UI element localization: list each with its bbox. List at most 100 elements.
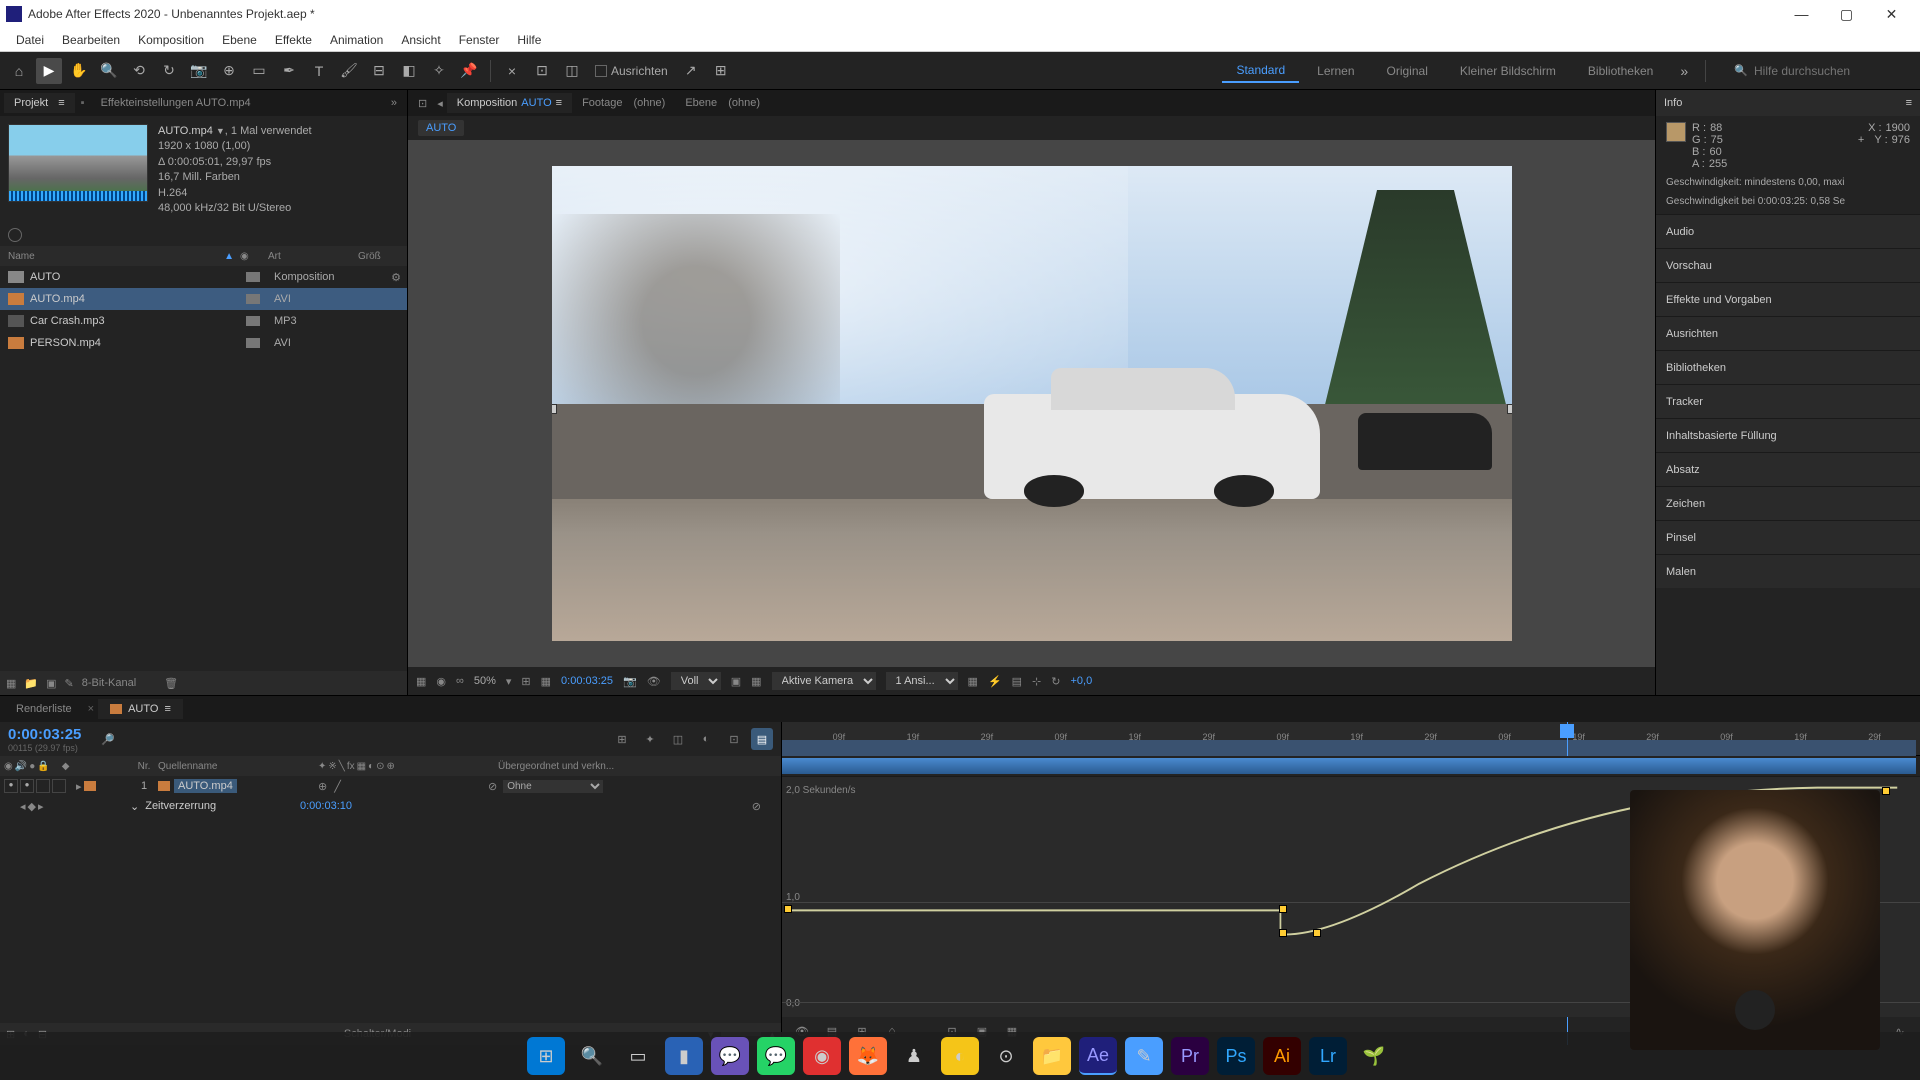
camera-select[interactable]: Aktive Kamera	[772, 672, 876, 690]
trash-icon[interactable]: 🗑	[164, 677, 178, 690]
menu-ebene[interactable]: Ebene	[214, 30, 265, 50]
comp-back-icon[interactable]: ◂	[433, 97, 447, 110]
hand-tool[interactable]: ✋	[66, 58, 92, 84]
roto-tool[interactable]: ✧	[426, 58, 452, 84]
new-comp-icon[interactable]: ▣	[46, 677, 56, 690]
panel-effekte[interactable]: Effekte und Vorgaben	[1656, 282, 1920, 316]
adjust-icon[interactable]: ✎	[65, 677, 74, 690]
project-thumbnail[interactable]	[8, 124, 148, 202]
graph-editor-icon[interactable]: ▤	[751, 728, 773, 750]
toolopt-1[interactable]: ×	[499, 58, 525, 84]
layer-row[interactable]: ▸ 1 AUTO.mp4 ⊕ ╱ ⊘Ohne	[0, 776, 781, 796]
work-area[interactable]	[782, 740, 1916, 756]
taskbar-whatsapp[interactable]: 💬	[757, 1037, 795, 1075]
panel-fill[interactable]: Inhaltsbasierte Füllung	[1656, 418, 1920, 452]
toolopt-4[interactable]: ↗	[678, 58, 704, 84]
menu-bearbeiten[interactable]: Bearbeiten	[54, 30, 128, 50]
panel-zeichen[interactable]: Zeichen	[1656, 486, 1920, 520]
motion-blur-icon[interactable]: ◐	[695, 728, 717, 750]
project-search[interactable]	[0, 224, 407, 246]
taskbar-app-3[interactable]: ♟	[895, 1037, 933, 1075]
views-select[interactable]: 1 Ansi...	[886, 672, 958, 690]
taskbar-after-effects[interactable]: Ae	[1079, 1037, 1117, 1075]
tab-overflow[interactable]: »	[385, 97, 403, 109]
taskbar-app-6[interactable]: 🌱	[1355, 1037, 1393, 1075]
home-tool[interactable]: ⌂	[6, 58, 32, 84]
taskbar-app-5[interactable]: ✎	[1125, 1037, 1163, 1075]
tab-effect-controls[interactable]: Effekteinstellungen AUTO.mp4	[91, 93, 261, 113]
tab-composition[interactable]: Komposition AUTO ≡	[447, 93, 572, 113]
taskbar-lightroom[interactable]: Lr	[1309, 1037, 1347, 1075]
help-search[interactable]: 🔍	[1734, 64, 1914, 78]
tab-timeline-comp[interactable]: AUTO ≡	[98, 699, 183, 719]
resolution-select[interactable]: Voll	[671, 672, 721, 690]
minimize-button[interactable]: —	[1779, 0, 1824, 28]
eraser-tool[interactable]: ◧	[396, 58, 422, 84]
toolopt-3[interactable]: ◫	[559, 58, 585, 84]
fast-preview-icon[interactable]: ⚡	[988, 675, 1002, 688]
pixel-aspect-icon[interactable]: ▦	[968, 675, 978, 688]
frame-blend-icon[interactable]: ◫	[667, 728, 689, 750]
snapshot-icon[interactable]: 📷	[623, 675, 637, 688]
timeline-search[interactable]: 🔎	[91, 733, 601, 746]
bit-depth[interactable]: 8-Bit-Kanal	[82, 677, 136, 689]
workspace-kleiner[interactable]: Kleiner Bildschirm	[1446, 60, 1570, 82]
toolopt-5[interactable]: ⊞	[708, 58, 734, 84]
project-row-auto-mp4[interactable]: AUTO.mp4AVI	[0, 288, 407, 310]
flowchart-icon[interactable]: ⊹	[1032, 675, 1041, 688]
res-icon[interactable]: ⊞	[521, 675, 530, 688]
show-snapshot-icon[interactable]: 👁	[647, 675, 661, 688]
panel-vorschau[interactable]: Vorschau	[1656, 248, 1920, 282]
workspace-lernen[interactable]: Lernen	[1303, 60, 1368, 82]
menu-effekte[interactable]: Effekte	[267, 30, 320, 50]
tab-project[interactable]: Projekt≡	[4, 93, 75, 113]
project-row-carcrash[interactable]: Car Crash.mp3MP3	[0, 310, 407, 332]
pan-behind-tool[interactable]: ⊕	[216, 58, 242, 84]
comp-flow-name[interactable]: AUTO	[418, 120, 464, 136]
folder-icon[interactable]: 📁	[24, 677, 38, 690]
comp-lock-icon[interactable]: ⊡	[412, 97, 433, 110]
timecode[interactable]: 0:00:03:25	[8, 726, 81, 743]
puppet-tool[interactable]: 📌	[456, 58, 482, 84]
tab-footage[interactable]: Footage (ohne)	[572, 93, 675, 113]
taskbar-premiere[interactable]: Pr	[1171, 1037, 1209, 1075]
task-view[interactable]: ▭	[619, 1037, 657, 1075]
help-search-input[interactable]	[1754, 64, 1914, 78]
timeline-icon[interactable]: ▤	[1012, 675, 1022, 688]
workspace-original[interactable]: Original	[1373, 60, 1442, 82]
menu-hilfe[interactable]: Hilfe	[509, 30, 549, 50]
rotate-tool[interactable]: ↻	[156, 58, 182, 84]
search-button[interactable]: 🔍	[573, 1037, 611, 1075]
panel-bibliotheken[interactable]: Bibliotheken	[1656, 350, 1920, 384]
info-panel-header[interactable]: Info≡	[1656, 90, 1920, 116]
align-checkbox[interactable]: Ausrichten	[595, 64, 668, 78]
alpha-icon[interactable]: ▦	[416, 675, 426, 688]
handle-right[interactable]	[1507, 404, 1512, 414]
rectangle-tool[interactable]: ▭	[246, 58, 272, 84]
menu-ansicht[interactable]: Ansicht	[393, 30, 448, 50]
text-tool[interactable]: T	[306, 58, 332, 84]
pen-tool[interactable]: ✒	[276, 58, 302, 84]
handle-left[interactable]	[552, 404, 557, 414]
selection-tool[interactable]: ▶	[36, 58, 62, 84]
keyframe-handle[interactable]	[1313, 929, 1321, 937]
taskbar-app-1[interactable]: ▮	[665, 1037, 703, 1075]
menu-fenster[interactable]: Fenster	[451, 30, 508, 50]
parent-select[interactable]: Ohne	[503, 780, 603, 793]
layer-clip[interactable]	[782, 758, 1916, 774]
comp-mini-icon[interactable]: ⊞	[611, 728, 633, 750]
tab-render[interactable]: Renderliste	[4, 699, 84, 719]
panel-audio[interactable]: Audio	[1656, 214, 1920, 248]
panel-ausrichten[interactable]: Ausrichten	[1656, 316, 1920, 350]
col-size[interactable]: Größ	[358, 251, 407, 262]
panel-absatz[interactable]: Absatz	[1656, 452, 1920, 486]
taskbar-illustrator[interactable]: Ai	[1263, 1037, 1301, 1075]
start-button[interactable]: ⊞	[527, 1037, 565, 1075]
taskbar-firefox[interactable]: 🦊	[849, 1037, 887, 1075]
menu-animation[interactable]: Animation	[322, 30, 391, 50]
col-name[interactable]: Name ▲	[0, 251, 240, 262]
taskbar-app-4[interactable]: ◐	[941, 1037, 979, 1075]
panel-malen[interactable]: Malen	[1656, 554, 1920, 588]
transparency-icon[interactable]: ▦	[751, 675, 761, 688]
mask-icon[interactable]: ∞	[456, 675, 464, 687]
